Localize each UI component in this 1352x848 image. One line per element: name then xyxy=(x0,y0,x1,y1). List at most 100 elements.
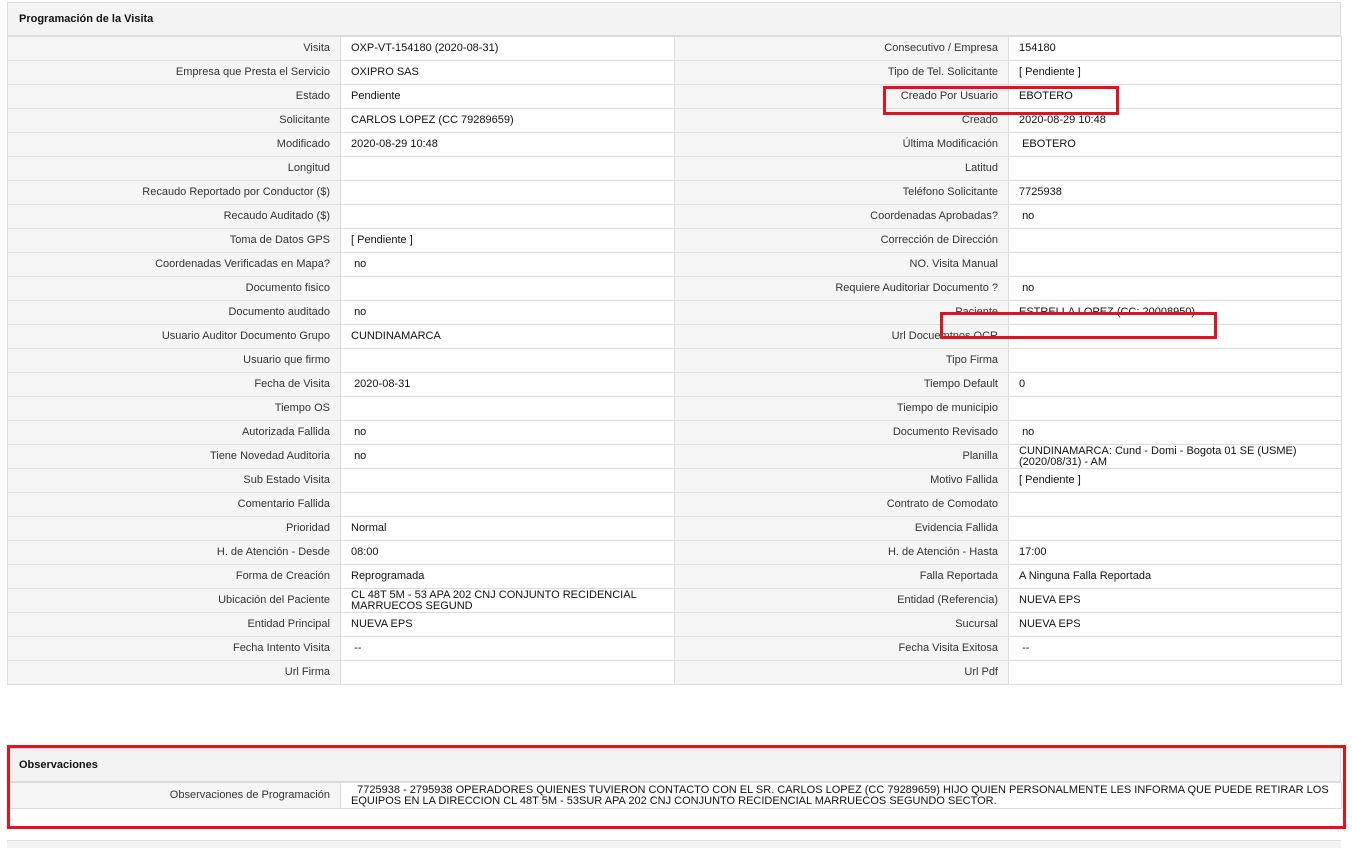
field-label: Tiempo Default xyxy=(674,372,1009,397)
field-value xyxy=(1008,396,1342,421)
field-value xyxy=(340,396,675,421)
field-label: Forma de Creación xyxy=(7,564,341,589)
programacion-row: Autorizada Fallida no Documento Revisado … xyxy=(7,420,1342,445)
programacion-row: Usuario Auditor Documento Grupo CUNDINAMA… xyxy=(7,324,1342,349)
field-label: Paciente xyxy=(674,300,1009,325)
field-label: Empresa que Presta el Servicio xyxy=(7,60,341,85)
field-value xyxy=(1008,348,1342,373)
programacion-row: Recaudo Reportado por Conductor ($) Teléf… xyxy=(7,180,1342,205)
field-value xyxy=(340,348,675,373)
field-label: Entidad Principal xyxy=(7,612,341,637)
field-value xyxy=(340,468,675,493)
programacion-row: Documento auditado no Paciente ESTRELLA LO… xyxy=(7,300,1342,325)
field-value: no xyxy=(340,420,675,445)
programacion-row: Sub Estado Visita Motivo Fallida[ Pendien… xyxy=(7,468,1342,493)
observaciones-title: Observaciones xyxy=(7,748,1341,782)
field-value xyxy=(1008,660,1342,685)
observaciones-table: Observaciones de Programación 7725938 - … xyxy=(7,782,1342,809)
field-label: Fecha Intento Visita xyxy=(7,636,341,661)
field-value: 2020-08-29 10:48 xyxy=(1008,108,1342,133)
field-value xyxy=(1008,492,1342,517)
field-label: Solicitante xyxy=(7,108,341,133)
field-value: -- xyxy=(340,636,675,661)
programacion-row: Fecha Intento Visita -- Fecha Visita Exit… xyxy=(7,636,1342,661)
field-label: Url Pdf xyxy=(674,660,1009,685)
field-value: no xyxy=(1008,276,1342,301)
field-label: Tipo Firma xyxy=(674,348,1009,373)
field-label: Consecutivo / Empresa xyxy=(674,36,1009,61)
programacion-row: Modificado 2020-08-29 10:48 Última Modific… xyxy=(7,132,1342,157)
field-value: Reprogramada xyxy=(340,564,675,589)
field-label: NO. Visita Manual xyxy=(674,252,1009,277)
field-label: Sub Estado Visita xyxy=(7,468,341,493)
field-value: EBOTERO xyxy=(1008,132,1342,157)
field-value xyxy=(1008,252,1342,277)
field-label: H. de Atención - Hasta xyxy=(674,540,1009,565)
programacion-row: Forma de Creación Reprogramada Falla Repor… xyxy=(7,564,1342,589)
field-value xyxy=(340,156,675,181)
field-label: Tiempo OS xyxy=(7,396,341,421)
field-value: Normal xyxy=(340,516,675,541)
programacion-row: Comentario Fallida Contrato de Comodato xyxy=(7,492,1342,517)
field-label: Tiene Novedad Auditoria xyxy=(7,444,341,469)
observaciones-panel: Observaciones Observaciones de Programac… xyxy=(7,748,1342,809)
field-label: Recaudo Reportado por Conductor ($) xyxy=(7,180,341,205)
programacion-row: Tiempo OS Tiempo de municipio xyxy=(7,396,1342,421)
field-label: Coordenadas Aprobadas? xyxy=(674,204,1009,229)
field-value: CL 48T 5M - 53 APA 202 CNJ CONJUNTO RECI… xyxy=(340,588,675,613)
field-value: no xyxy=(1008,420,1342,445)
field-value: no xyxy=(340,444,675,469)
field-value: [ Pendiente ] xyxy=(1008,60,1342,85)
field-value: -- xyxy=(1008,636,1342,661)
field-label: Modificado xyxy=(7,132,341,157)
field-label: Contrato de Comodato xyxy=(674,492,1009,517)
field-value: 0 xyxy=(1008,372,1342,397)
field-label: Corrección de Dirección xyxy=(674,228,1009,253)
field-value: CUNDINAMARCA: Cund - Domi - Bogota 01 SE… xyxy=(1008,444,1342,469)
field-value xyxy=(340,660,675,685)
field-label: Usuario Auditor Documento Grupo xyxy=(7,324,341,349)
field-value: no xyxy=(340,252,675,277)
field-label: Planilla xyxy=(674,444,1009,469)
field-label: Documento fisico xyxy=(7,276,341,301)
programacion-row: Ubicación del Paciente CL 48T 5M - 53 APA… xyxy=(7,588,1342,613)
field-label: Comentario Fallida xyxy=(7,492,341,517)
field-label: Sucursal xyxy=(674,612,1009,637)
field-value xyxy=(340,276,675,301)
programacion-title: Programación de la Visita xyxy=(7,2,1341,36)
observaciones-label: Observaciones de Programación xyxy=(7,782,341,809)
field-value: OXP-VT-154180 (2020-08-31) xyxy=(340,36,675,61)
field-value: [ Pendiente ] xyxy=(340,228,675,253)
field-label: Url Firma xyxy=(7,660,341,685)
field-label: H. de Atención - Desde xyxy=(7,540,341,565)
observaciones-value: 7725938 - 2795938 OPERADORES QUIENES TUV… xyxy=(340,782,1342,809)
programacion-row: Longitud Latitud xyxy=(7,156,1342,181)
programacion-row: Url Firma Url Pdf xyxy=(7,660,1342,685)
field-label: Visita xyxy=(7,36,341,61)
programacion-row: Toma de Datos GPS[ Pendiente ] Corrección… xyxy=(7,228,1342,253)
field-label: Longitud xyxy=(7,156,341,181)
field-label: Coordenadas Verificadas en Mapa? xyxy=(7,252,341,277)
field-value xyxy=(1008,156,1342,181)
field-value: EBOTERO xyxy=(1008,84,1342,109)
field-value xyxy=(1008,228,1342,253)
field-label: Tiempo de municipio xyxy=(674,396,1009,421)
field-label: Ubicación del Paciente xyxy=(7,588,341,613)
field-label: Estado xyxy=(7,84,341,109)
field-label: Documento Revisado xyxy=(674,420,1009,445)
field-value: 2020-08-31 xyxy=(340,372,675,397)
field-label: Prioridad xyxy=(7,516,341,541)
programacion-panel: Programación de la Visita Visita OXP-VT-1… xyxy=(7,2,1342,685)
field-value: NUEVA EPS xyxy=(340,612,675,637)
programacion-table: Visita OXP-VT-154180 (2020-08-31) Consecut… xyxy=(7,36,1342,685)
field-label: Teléfono Solicitante xyxy=(674,180,1009,205)
field-value: CUNDINAMARCA xyxy=(340,324,675,349)
field-label: Autorizada Fallida xyxy=(7,420,341,445)
programacion-row: Tiene Novedad Auditoria no Planilla CUNDIN… xyxy=(7,444,1342,469)
field-label: Creado Por Usuario xyxy=(674,84,1009,109)
field-value: 154180 xyxy=(1008,36,1342,61)
field-value xyxy=(1008,324,1342,349)
field-label: Creado xyxy=(674,108,1009,133)
field-label: Última Modificación xyxy=(674,132,1009,157)
field-label: Evidencia Fallida xyxy=(674,516,1009,541)
